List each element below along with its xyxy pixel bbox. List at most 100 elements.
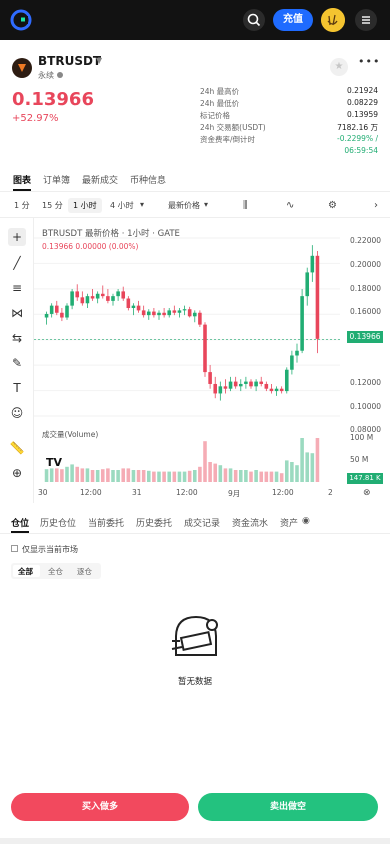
volume-bar bbox=[49, 468, 54, 482]
search-button[interactable] bbox=[243, 9, 265, 31]
volume-bar bbox=[182, 471, 187, 482]
volume-bar bbox=[152, 471, 156, 482]
candle-body bbox=[85, 296, 90, 304]
chevron-right-icon[interactable]: › bbox=[374, 200, 378, 211]
x-tick: 12:00 bbox=[80, 488, 102, 497]
settings-icon[interactable]: ⚙ bbox=[328, 200, 337, 211]
candle-body bbox=[274, 388, 279, 392]
x-tick: 31 bbox=[132, 488, 142, 497]
stat-label: 24h 交易额(USDT) bbox=[200, 123, 266, 132]
buy-long-button[interactable]: 买入做多 bbox=[11, 793, 189, 821]
volume-bar bbox=[244, 470, 248, 482]
zoom-in-icon[interactable]: ⊕ bbox=[8, 464, 26, 482]
tab-coin-info[interactable]: 币种信息 bbox=[130, 173, 166, 186]
volume-bar bbox=[111, 470, 115, 482]
candle-body bbox=[279, 388, 284, 392]
candle-body bbox=[254, 381, 258, 387]
segment-all[interactable]: 全部 bbox=[18, 566, 33, 577]
timeframe-1m[interactable]: 1 分 bbox=[14, 200, 30, 211]
brush-icon[interactable]: ✎ bbox=[8, 354, 26, 372]
timeframe-4h[interactable]: 4 小时 bbox=[110, 200, 134, 211]
volume-bar bbox=[54, 468, 59, 482]
more-options-icon[interactable]: ••• bbox=[358, 55, 380, 68]
fib-icon[interactable]: ≡ bbox=[8, 279, 26, 297]
candle-body bbox=[300, 296, 304, 351]
timeframe-caret-icon[interactable]: ▾ bbox=[140, 200, 144, 209]
tradingview-logo: TV bbox=[46, 456, 63, 469]
indicators-icon[interactable]: ∿ bbox=[286, 200, 294, 211]
chart-legend: BTRUSDT 最新价格 · 1小时 · GATE bbox=[42, 229, 180, 239]
trendline-icon[interactable]: ╱ bbox=[8, 254, 26, 272]
price-type-select[interactable]: 最新价格 bbox=[168, 200, 200, 211]
tab-assets[interactable]: 资产 bbox=[280, 516, 298, 529]
projection-icon[interactable]: ⇆ bbox=[8, 329, 26, 347]
caret-down-icon[interactable]: ▼ bbox=[96, 56, 102, 65]
chart-settings-icon[interactable]: ⊗ bbox=[363, 488, 371, 498]
candle-body bbox=[177, 310, 182, 313]
chart-tabs: 图表 订单簿 最新成交 币种信息 bbox=[0, 168, 390, 192]
tab-orderbook[interactable]: 订单簿 bbox=[43, 173, 70, 186]
menu-button[interactable] bbox=[355, 9, 377, 31]
tab-chart[interactable]: 图表 bbox=[13, 173, 31, 186]
gate-logo-icon[interactable] bbox=[10, 9, 32, 31]
crosshair-icon[interactable]: + bbox=[8, 228, 26, 246]
volume-bar bbox=[70, 464, 74, 482]
tab-positions[interactable]: 仓位 bbox=[11, 516, 29, 529]
candle-body bbox=[95, 293, 100, 299]
candle-body bbox=[116, 291, 120, 297]
avatar[interactable] bbox=[321, 8, 345, 32]
volume-bar bbox=[95, 470, 100, 482]
volume-bar bbox=[284, 460, 289, 482]
candle-style-icon[interactable]: ⫼ bbox=[243, 200, 248, 211]
volume-bar bbox=[126, 468, 131, 482]
candle-body bbox=[203, 324, 207, 373]
price-chart[interactable] bbox=[34, 218, 390, 503]
tab-open-orders[interactable]: 当前委托 bbox=[88, 516, 124, 529]
only-current-checkbox[interactable] bbox=[11, 545, 18, 552]
symbol-selector[interactable]: BTRUSDT bbox=[38, 54, 101, 68]
volume-bar bbox=[121, 468, 126, 482]
stat-label: 资金费率/倒计时 bbox=[200, 135, 256, 144]
candle-body bbox=[152, 311, 156, 316]
timeframe-15m[interactable]: 15 分 bbox=[42, 200, 63, 211]
price-type-caret-icon[interactable]: ▾ bbox=[204, 200, 208, 209]
tab-position-history[interactable]: 历史仓位 bbox=[40, 516, 76, 529]
timeframe-1h[interactable]: 1 小时 bbox=[68, 198, 102, 213]
candle-body bbox=[233, 381, 238, 387]
volume-bar bbox=[167, 471, 172, 482]
tab-trade-history[interactable]: 成交记录 bbox=[184, 516, 220, 529]
chart-legend-values: 0.13966 0.00000 (0.00%) bbox=[42, 242, 139, 251]
volume-bar bbox=[177, 471, 182, 482]
tab-order-history[interactable]: 历史委托 bbox=[136, 516, 172, 529]
sell-short-button[interactable]: 卖出做空 bbox=[198, 793, 378, 821]
eye-icon[interactable]: ◉ bbox=[302, 516, 310, 526]
deposit-button[interactable]: 充值 bbox=[273, 9, 313, 31]
segment-isolated[interactable]: 逐仓 bbox=[77, 566, 92, 577]
candle-body bbox=[111, 296, 115, 301]
chart-area[interactable]: + ╱ ≡ ⋈ ⇆ ✎ T ☺ 📏 ⊕ BTRUSDT 最新价格 · 1小时 ·… bbox=[0, 218, 390, 503]
volume-bar bbox=[305, 452, 310, 482]
favorite-star-icon[interactable]: ★ bbox=[330, 58, 348, 76]
text-tool-icon[interactable]: T bbox=[8, 379, 26, 397]
volume-bar bbox=[44, 469, 49, 482]
candle-body bbox=[264, 383, 269, 389]
x-tick: 30 bbox=[38, 488, 48, 497]
volume-bar bbox=[146, 470, 151, 482]
info-icon[interactable] bbox=[57, 72, 63, 78]
segment-cross[interactable]: 全仓 bbox=[48, 566, 63, 577]
emoji-icon[interactable]: ☺ bbox=[8, 404, 26, 422]
volume-bar bbox=[85, 468, 90, 482]
tab-fund-flow[interactable]: 资金流水 bbox=[232, 516, 268, 529]
tab-trades[interactable]: 最新成交 bbox=[82, 173, 118, 186]
margin-mode-filter: 全部 全仓 逐仓 bbox=[11, 563, 101, 579]
candle-body bbox=[146, 311, 151, 316]
x-tick: 12:00 bbox=[176, 488, 198, 497]
volume-bar bbox=[290, 462, 294, 482]
pattern-icon[interactable]: ⋈ bbox=[8, 304, 26, 322]
candle-body bbox=[223, 386, 228, 389]
y-tick: 0.22000 bbox=[350, 236, 382, 245]
candle-body bbox=[65, 305, 69, 318]
ruler-icon[interactable]: 📏 bbox=[8, 439, 26, 457]
volume-bar bbox=[80, 468, 85, 482]
volume-bar bbox=[75, 466, 80, 482]
